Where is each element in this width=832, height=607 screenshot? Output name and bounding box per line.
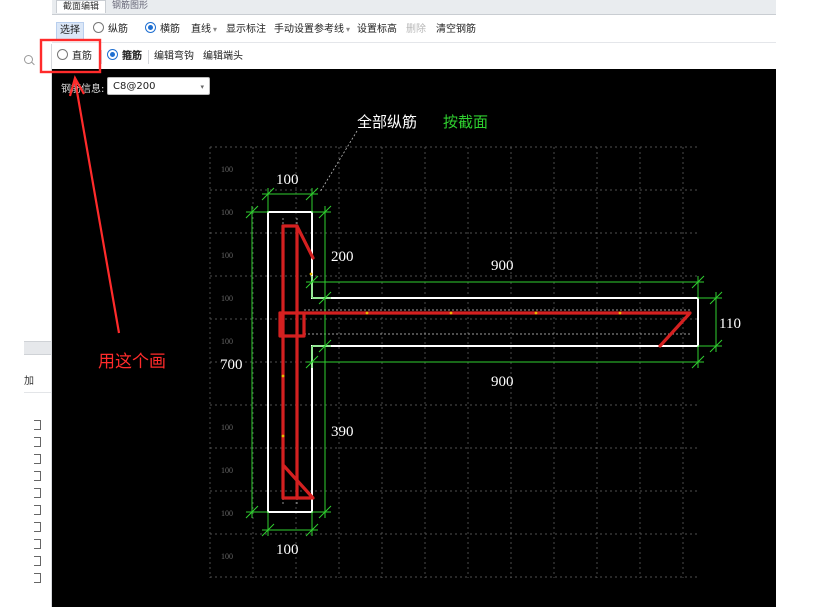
highlight-box xyxy=(39,38,102,74)
annotation-overlay xyxy=(39,38,121,334)
annotation-text: 用这个画 xyxy=(98,352,166,372)
annotation-arrow xyxy=(68,75,121,334)
